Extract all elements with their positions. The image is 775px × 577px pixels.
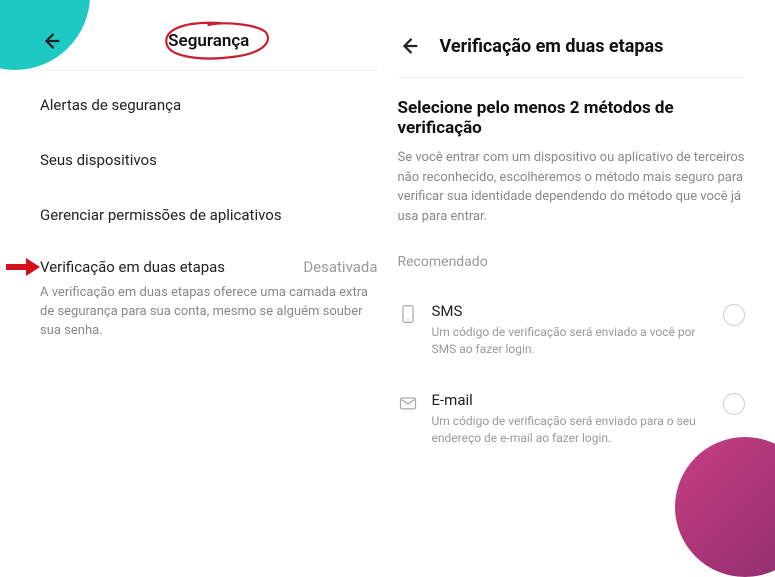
mail-icon: [398, 393, 418, 413]
item-manage-app-permissions[interactable]: Gerenciar permissões de aplicativos: [40, 187, 378, 242]
phone-icon: [398, 304, 418, 324]
page-title-two-step: Verificação em duas etapas: [440, 36, 664, 57]
screen-two-step: Verificação em duas etapas Selecione pel…: [388, 0, 775, 517]
method-email[interactable]: E-mail Um código de verificação será env…: [398, 375, 746, 464]
two-step-description: Se você entrar com um dispositivo ou apl…: [398, 148, 746, 226]
item-label: Alertas de segurança: [40, 96, 181, 114]
method-desc: Um código de verificação será enviado pa…: [432, 413, 710, 448]
method-title: SMS: [432, 302, 710, 320]
two-step-subtitle: Selecione pelo menos 2 métodos de verifi…: [398, 98, 746, 138]
method-body: SMS Um código de verificação será enviad…: [432, 302, 710, 359]
two-step-desc: A verificação em duas etapas oferece uma…: [40, 284, 378, 341]
radio-sms[interactable]: [723, 304, 745, 326]
header-two-step: Verificação em duas etapas: [398, 20, 746, 78]
section-recommended-label: Recomendado: [398, 254, 746, 270]
method-sms[interactable]: SMS Um código de verificação será enviad…: [398, 286, 746, 375]
two-step-status: Desativada: [303, 258, 377, 276]
item-two-step-verification[interactable]: Verificação em duas etapas Desativada A …: [40, 242, 378, 349]
title-wrap: Segurança: [168, 31, 249, 51]
header-security: Segurança: [40, 20, 378, 71]
red-arrow-annotation-icon: [6, 256, 40, 278]
page-title-security: Segurança: [168, 31, 249, 51]
method-desc: Um código de verificação será enviado a …: [432, 324, 710, 359]
radio-email[interactable]: [723, 393, 745, 415]
back-icon[interactable]: [40, 30, 62, 52]
settings-list: Alertas de segurança Seus dispositivos G…: [40, 71, 378, 349]
two-step-label: Verificação em duas etapas: [40, 258, 225, 276]
item-label: Seus dispositivos: [40, 151, 157, 169]
item-label: Gerenciar permissões de aplicativos: [40, 206, 282, 224]
method-title: E-mail: [432, 391, 710, 409]
back-icon[interactable]: [398, 35, 420, 57]
item-your-devices[interactable]: Seus dispositivos: [40, 132, 378, 187]
method-body: E-mail Um código de verificação será env…: [432, 391, 710, 448]
two-step-row-header: Verificação em duas etapas Desativada: [40, 258, 378, 276]
screen-security: Segurança Alertas de segurança Seus disp…: [0, 0, 388, 517]
screens-container: Segurança Alertas de segurança Seus disp…: [0, 0, 775, 517]
item-security-alerts[interactable]: Alertas de segurança: [40, 77, 378, 132]
